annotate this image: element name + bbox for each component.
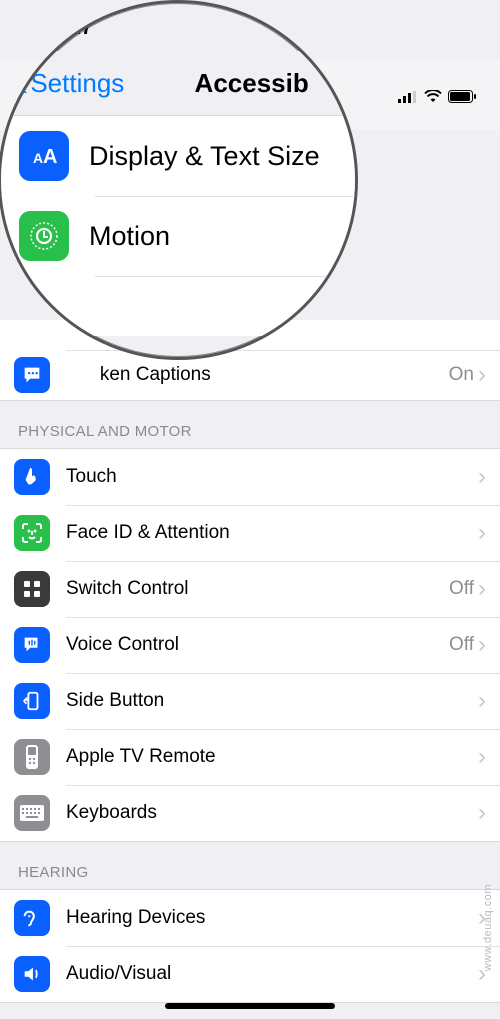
section-hearing: Hearing Devices › Audio/Visual › [0, 889, 500, 1003]
switch-control-icon [14, 571, 50, 607]
row-switch-control[interactable]: Switch Control Off › [0, 561, 500, 617]
motion-icon [19, 211, 69, 261]
row-label: Touch [66, 466, 478, 488]
row-touch[interactable]: Touch › [0, 449, 500, 505]
section-header-hearing: HEARING [0, 842, 500, 889]
section-physical: Touch › Face ID & Attention › Switch Con… [0, 448, 500, 842]
chevron-right-icon: › [478, 577, 486, 601]
row-side-button[interactable]: Side Button › [0, 673, 500, 729]
back-button[interactable]: ‹ Settings [15, 63, 124, 103]
chevron-right-icon: › [478, 363, 486, 387]
svg-text:A: A [43, 146, 57, 168]
magnifier-overlay: ·17 ‹ Settings Accessib AA Display & Tex… [0, 0, 358, 360]
row-label: Audio/Visual [66, 963, 478, 985]
svg-text:A: A [33, 150, 43, 166]
row-label: Face ID & Attention [66, 522, 478, 544]
speaker-icon [14, 956, 50, 992]
row-value: Off [449, 634, 474, 656]
chevron-left-icon: ‹ [15, 63, 28, 103]
touch-icon [14, 459, 50, 495]
accessibility-settings-screen: Spoken Captions On › PHYSICAL AND MOTOR … [0, 0, 500, 1019]
row-label: Apple TV Remote [66, 746, 478, 768]
row-value: On [449, 364, 474, 386]
row-label: Side Button [66, 690, 478, 712]
row-display-text-size[interactable]: AA Display & Text Size [1, 116, 355, 196]
mag-navbar: ‹ Settings Accessib [1, 51, 355, 115]
row-apple-tv-remote[interactable]: Apple TV Remote › [0, 729, 500, 785]
row-label: Keyboards [66, 802, 478, 824]
apple-tv-remote-icon [14, 739, 50, 775]
row-label: Motion [89, 221, 337, 252]
wifi-icon [424, 90, 442, 103]
row-label: Spoken Captions [66, 364, 449, 386]
row-hearing-devices[interactable]: Hearing Devices › [0, 890, 500, 946]
row-label: Hearing Devices [66, 907, 478, 929]
watermark: www.deuaq.com [482, 884, 494, 971]
text-size-icon: AA [19, 131, 69, 181]
home-indicator[interactable] [165, 1003, 335, 1009]
keyboard-icon [14, 795, 50, 831]
ear-icon [14, 900, 50, 936]
chevron-right-icon: › [478, 521, 486, 545]
speech-bubble-icon [14, 357, 50, 393]
row-spoken-content2[interactable]: Spoken Captions On › [0, 350, 500, 400]
row-motion[interactable]: Motion [1, 196, 355, 276]
chevron-right-icon: › [478, 745, 486, 769]
battery-icon [448, 90, 476, 103]
chevron-right-icon: › [478, 801, 486, 825]
page-title: Accessib [124, 68, 355, 99]
faceid-icon [14, 515, 50, 551]
row-label: Switch Control [66, 578, 449, 600]
row-label: Display & Text Size [89, 141, 337, 172]
row-value: Off [449, 578, 474, 600]
row-voice-control[interactable]: Voice Control Off › [0, 617, 500, 673]
back-label: Settings [30, 68, 124, 99]
row-audio-visual[interactable]: Audio/Visual › [0, 946, 500, 1002]
mag-status-time: ·17 [1, 3, 355, 51]
row-keyboards[interactable]: Keyboards › [0, 785, 500, 841]
row-faceid[interactable]: Face ID & Attention › [0, 505, 500, 561]
voice-control-icon [14, 627, 50, 663]
chevron-right-icon: › [478, 465, 486, 489]
row-spoken-magnified[interactable] [1, 276, 355, 336]
chevron-right-icon: › [478, 689, 486, 713]
row-label: Voice Control [66, 634, 449, 656]
section-header-physical: PHYSICAL AND MOTOR [0, 401, 500, 448]
chevron-right-icon: › [478, 633, 486, 657]
side-button-icon [14, 683, 50, 719]
status-icons [398, 90, 476, 103]
cellular-icon [398, 91, 418, 103]
